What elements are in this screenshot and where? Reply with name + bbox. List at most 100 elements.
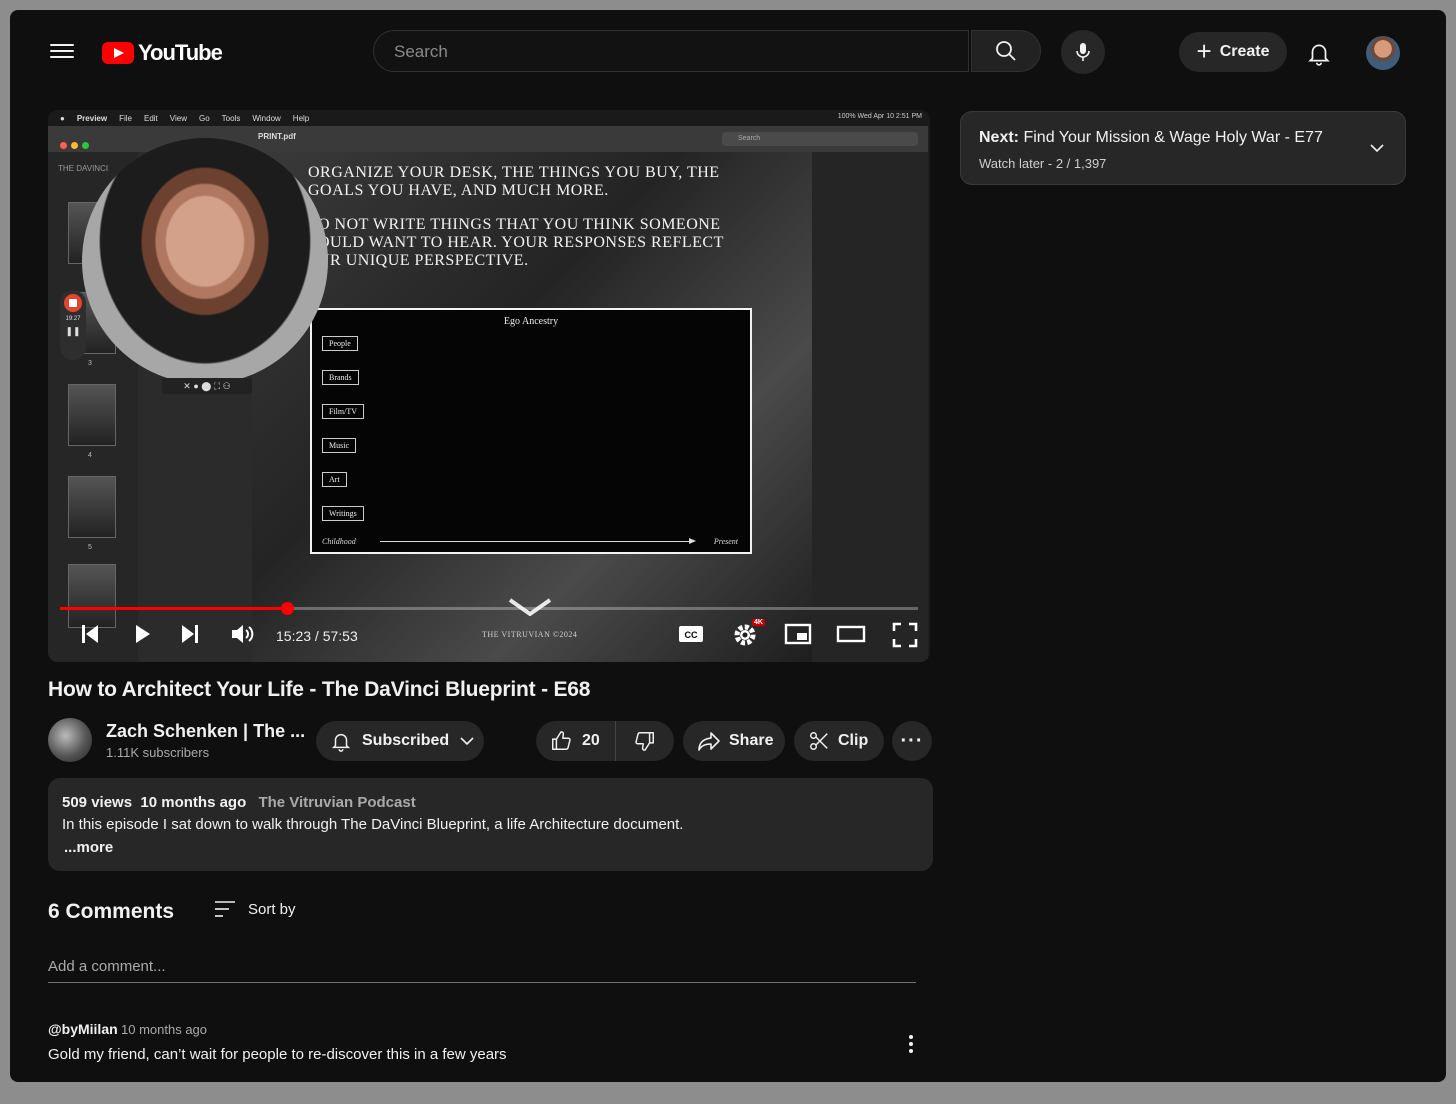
previous-icon[interactable] (78, 622, 102, 646)
next-prefix: Next: (979, 129, 1020, 146)
svg-text:CC: CC (685, 630, 698, 640)
chevron-down-icon[interactable] (1369, 140, 1385, 156)
add-comment-input[interactable] (48, 956, 916, 983)
page-thumbnail (68, 476, 116, 538)
like-dislike-group: 20 (536, 721, 674, 761)
theater-mode-icon[interactable] (836, 622, 866, 646)
subscribed-button[interactable]: Subscribed (316, 721, 484, 761)
thumbnail-page-number: 4 (88, 452, 92, 459)
watermark-text: THE VITRUVIAN ©2024 (482, 630, 578, 639)
stop-recording-icon (64, 294, 82, 312)
chevron-down-icon (460, 737, 474, 746)
description-text: In this episode I sat down to walk throu… (62, 816, 684, 833)
mac-menu-item: Tools (221, 113, 241, 123)
create-button[interactable]: + Create (1179, 32, 1287, 72)
page-thumbnail (68, 384, 116, 446)
doc-line: OULD WANT TO HEAR. YOUR RESPONSES REFLEC… (318, 234, 724, 251)
search-icon (996, 41, 1016, 61)
sidebar-label: THE DAVINCI (58, 164, 109, 173)
podcast-link[interactable]: The Vitruvian Podcast (258, 794, 415, 811)
mac-menu-item: File (119, 113, 132, 123)
dislike-button[interactable] (616, 730, 674, 752)
share-button[interactable]: Share (683, 721, 785, 761)
doc-line: GOALS YOU HAVE, AND MUCH MORE. (308, 182, 609, 199)
webcam-bubble (82, 138, 328, 384)
sort-icon (215, 901, 235, 917)
progress-bar[interactable] (60, 602, 918, 615)
show-more-link[interactable]: ...more (64, 839, 113, 856)
doc-line: O NOT WRITE THINGS THAT YOU THINK SOMEON… (318, 216, 721, 233)
thumbnail-page-number: 5 (88, 544, 92, 551)
description-meta: 509 views 10 months ago The Vitruvian Po… (62, 794, 416, 811)
axis-label-right: Present (713, 537, 738, 546)
like-button[interactable]: 20 (536, 721, 616, 761)
voice-search-button[interactable] (1061, 30, 1105, 74)
next-video-icon[interactable] (178, 622, 202, 646)
mac-menu-bar: ● Preview File Edit View Go Tools Window… (48, 110, 930, 126)
chart-item: Film/TV (322, 404, 365, 419)
youtube-logo[interactable]: YouTube (102, 40, 223, 66)
notifications-bell-icon[interactable] (1306, 40, 1332, 66)
sort-by-button[interactable]: Sort by (214, 900, 296, 918)
play-icon[interactable] (130, 622, 154, 646)
quality-badge: 4K (752, 619, 765, 626)
chart-item: Brands (322, 370, 359, 385)
webcam-controls: ✕ ● ⬤ ⛶ ⚇ (162, 378, 252, 394)
comment-more-vertical-icon[interactable] (906, 1032, 916, 1056)
create-label: Create (1219, 43, 1270, 60)
comment-author[interactable]: @byMiilan (48, 1021, 118, 1037)
next-title: Next: Find Your Mission & Wage Holy War … (979, 129, 1323, 147)
bell-icon (331, 733, 351, 752)
logo-text: YouTube (138, 40, 223, 65)
mac-menu-item: Go (198, 113, 210, 123)
search-button[interactable] (971, 30, 1041, 72)
next-in-playlist-card[interactable]: Next: Find Your Mission & Wage Holy War … (960, 111, 1406, 185)
channel-avatar[interactable] (48, 718, 92, 762)
mac-menu-item: Preview (76, 113, 108, 123)
sort-by-label: Sort by (248, 900, 296, 918)
doc-line: ORGANIZE YOUR DESK, THE THINGS YOU BUY, … (308, 164, 720, 181)
mac-menu-item: View (169, 113, 187, 123)
apple-logo-icon: ● (60, 113, 65, 123)
thumbnail-page-number: 3 (88, 360, 92, 367)
account-avatar[interactable] (1366, 36, 1400, 70)
pdf-search: Search (722, 132, 918, 146)
recording-time: 19:27 (65, 316, 81, 322)
search-box (373, 30, 969, 72)
description-box[interactable]: 509 views 10 months ago The Vitruvian Po… (48, 778, 933, 871)
clip-button[interactable]: Clip (794, 721, 884, 761)
more-actions-button[interactable]: ··· (892, 721, 932, 761)
pdf-title: PRINT.pdf (258, 132, 296, 141)
volume-icon[interactable] (230, 622, 256, 646)
video-player[interactable]: ● Preview File Edit View Go Tools Window… (48, 110, 930, 662)
chart-item: People (322, 336, 358, 351)
browser-window: YouTube + Create ● Preview File Edit Vie… (10, 10, 1446, 1082)
pause-icon: ❚❚ (65, 326, 81, 336)
ego-ancestry-chart: Ego Ancestry People Brands Film/TV Music… (310, 308, 752, 554)
video-title: How to Architect Your Life - The DaVinci… (48, 678, 591, 701)
thumbs-up-icon (552, 731, 571, 750)
scissors-icon (810, 732, 828, 750)
miniplayer-icon[interactable] (784, 622, 812, 646)
recording-controls: 19:27 ❚❚ (60, 290, 86, 360)
share-icon (698, 732, 720, 751)
view-count: 509 views (62, 794, 133, 811)
mac-status: 100% Wed Apr 10 2:51 PM (837, 113, 922, 120)
search-input[interactable] (392, 41, 956, 63)
subscriber-count: 1.11K subscribers (106, 745, 210, 760)
channel-name[interactable]: Zach Schenken | The ... (106, 721, 305, 742)
mac-menu-item: Help (292, 113, 310, 123)
chart-item: Art (322, 472, 347, 487)
clip-label: Clip (838, 732, 869, 749)
comment-time[interactable]: 10 months ago (121, 1022, 207, 1037)
chart-title: Ego Ancestry (503, 316, 559, 327)
fullscreen-icon[interactable] (892, 622, 918, 648)
captions-icon[interactable]: CC (678, 622, 704, 646)
pdf-page: ORGANIZE YOUR DESK, THE THINGS YOU BUY, … (252, 152, 812, 662)
comments-count: 6 Comments (48, 900, 175, 923)
hamburger-menu-icon[interactable] (50, 40, 74, 64)
time-display: 15:23 / 57:53 (276, 628, 358, 644)
progress-fill (60, 607, 288, 610)
like-count: 20 (582, 732, 600, 749)
next-playlist-info: Watch later - 2 / 1,397 (979, 156, 1107, 171)
